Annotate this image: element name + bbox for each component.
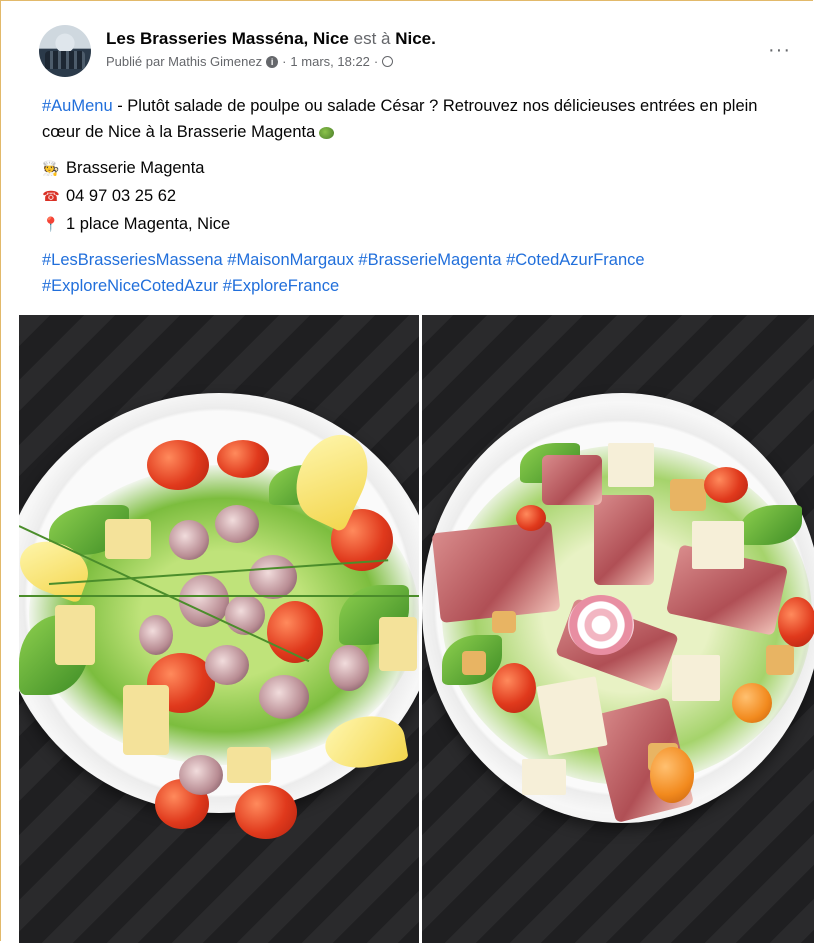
post-date-link[interactable]: 1 mars, 18:22 [290,54,370,69]
author-name-link[interactable]: Les Brasseries Masséna, Nice [106,29,349,48]
hashtag-aumenu-link[interactable]: #AuMenu [42,97,113,115]
intro-text: - Plutôt salade de poulpe ou salade Césa… [42,97,758,141]
post-header: Les Brasseries Masséna, Nice est à Nice.… [21,25,791,81]
location-link[interactable]: Nice. [395,29,436,48]
facebook-post: Les Brasseries Masséna, Nice est à Nice.… [0,0,814,943]
hashtag-list: #LesBrasseriesMassena #MaisonMargaux #Br… [42,247,782,299]
post-intro: #AuMenu - Plutôt salade de poulpe ou sal… [42,93,782,145]
meta-separator-2: · [373,54,379,69]
restaurant-name: Brasserie Magenta [66,159,205,177]
caesar-salad-photo[interactable] [422,315,814,943]
hashtag-link[interactable]: #LesBrasseriesMassena [42,251,223,269]
globe-icon [382,56,394,67]
post-photos [19,315,814,943]
salad-emoji-icon [319,126,335,139]
phone-row: ☎ 04 97 03 25 62 [42,182,782,210]
post-meta: Publié par Mathis Gimenez i · 1 mars, 18… [106,54,394,69]
restaurant-row: 🧑‍🍳 Brasserie Magenta [42,154,782,182]
address-text: 1 place Magenta, Nice [66,215,231,233]
hashtag-link[interactable]: #CotedAzurFrance [506,251,645,269]
meta-separator: · [282,54,287,69]
hashtag-link[interactable]: #BrasserieMagenta [358,251,501,269]
hashtag-link[interactable]: #ExploreFrance [223,277,339,295]
location-prefix: est à [353,29,391,48]
info-icon[interactable]: i [266,55,279,68]
more-options-button[interactable]: ··· [768,39,791,62]
post-title-line: Les Brasseries Masséna, Nice est à Nice. [106,29,436,49]
post-body: #AuMenu - Plutôt salade de poulpe ou sal… [42,93,782,299]
page-avatar[interactable] [39,25,91,77]
chef-emoji-icon: 🧑‍🍳 [42,160,60,176]
telephone-emoji-icon: ☎ [42,188,60,204]
hashtag-link[interactable]: #MaisonMargaux [227,251,354,269]
phone-number: 04 97 03 25 62 [66,187,177,205]
pin-emoji-icon: 📍 [42,216,60,232]
address-row: 📍 1 place Magenta, Nice [42,210,782,238]
octopus-salad-photo[interactable] [19,315,419,943]
published-by-text: Publié par Mathis Gimenez [106,54,263,69]
hashtag-link[interactable]: #ExploreNiceCotedAzur [42,277,218,295]
